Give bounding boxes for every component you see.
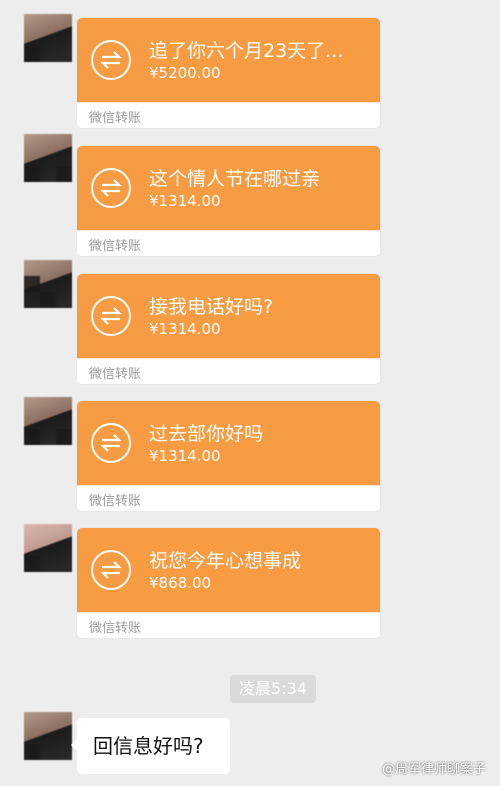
avatar[interactable]	[24, 397, 72, 445]
transfer-arrows-icon	[91, 168, 131, 208]
transfer-amount: ¥1314.00	[149, 447, 221, 465]
transfer-type-label: 微信转账	[89, 239, 142, 254]
transfer-type-label: 微信转账	[89, 621, 142, 636]
transfer-note: 接我电话好吗?	[149, 296, 274, 318]
transfer-arrows-icon	[91, 550, 131, 590]
transfer-note: 追了你六个月23天了...	[149, 40, 344, 62]
transfer-card[interactable]: 这个情人节在哪过亲 ¥1314.00 微信转账	[77, 146, 380, 256]
transfer-arrows-icon	[91, 423, 131, 463]
avatar[interactable]	[24, 712, 72, 760]
transfer-card[interactable]: 祝您今年心想事成 ¥868.00 微信转账	[77, 528, 380, 638]
transfer-arrows-icon	[91, 40, 131, 80]
transfer-amount: ¥1314.00	[149, 192, 221, 210]
transfer-card[interactable]: 追了你六个月23天了... ¥5200.00 微信转账	[77, 18, 380, 128]
text-message-bubble[interactable]: 回信息好吗?	[71, 718, 230, 774]
avatar[interactable]	[24, 134, 72, 182]
transfer-note: 过去部你好吗	[149, 423, 264, 445]
transfer-amount: ¥1314.00	[149, 320, 221, 338]
transfer-note: 这个情人节在哪过亲	[149, 168, 321, 190]
avatar[interactable]	[24, 14, 72, 62]
transfer-card[interactable]: 接我电话好吗? ¥1314.00 微信转账	[77, 274, 380, 384]
avatar[interactable]	[24, 524, 72, 572]
watermark: @周军律师聊案子	[381, 762, 486, 777]
transfer-card[interactable]: 过去部你好吗 ¥1314.00 微信转账	[77, 401, 380, 511]
avatar[interactable]	[24, 260, 72, 308]
transfer-amount: ¥5200.00	[149, 64, 221, 82]
transfer-arrows-icon	[91, 296, 131, 336]
transfer-note: 祝您今年心想事成	[149, 550, 302, 572]
transfer-type-label: 微信转账	[89, 367, 142, 382]
transfer-amount: ¥868.00	[149, 574, 212, 592]
timestamp-label: 凌晨5:34	[230, 675, 316, 703]
transfer-type-label: 微信转账	[89, 494, 142, 509]
transfer-type-label: 微信转账	[89, 111, 142, 126]
